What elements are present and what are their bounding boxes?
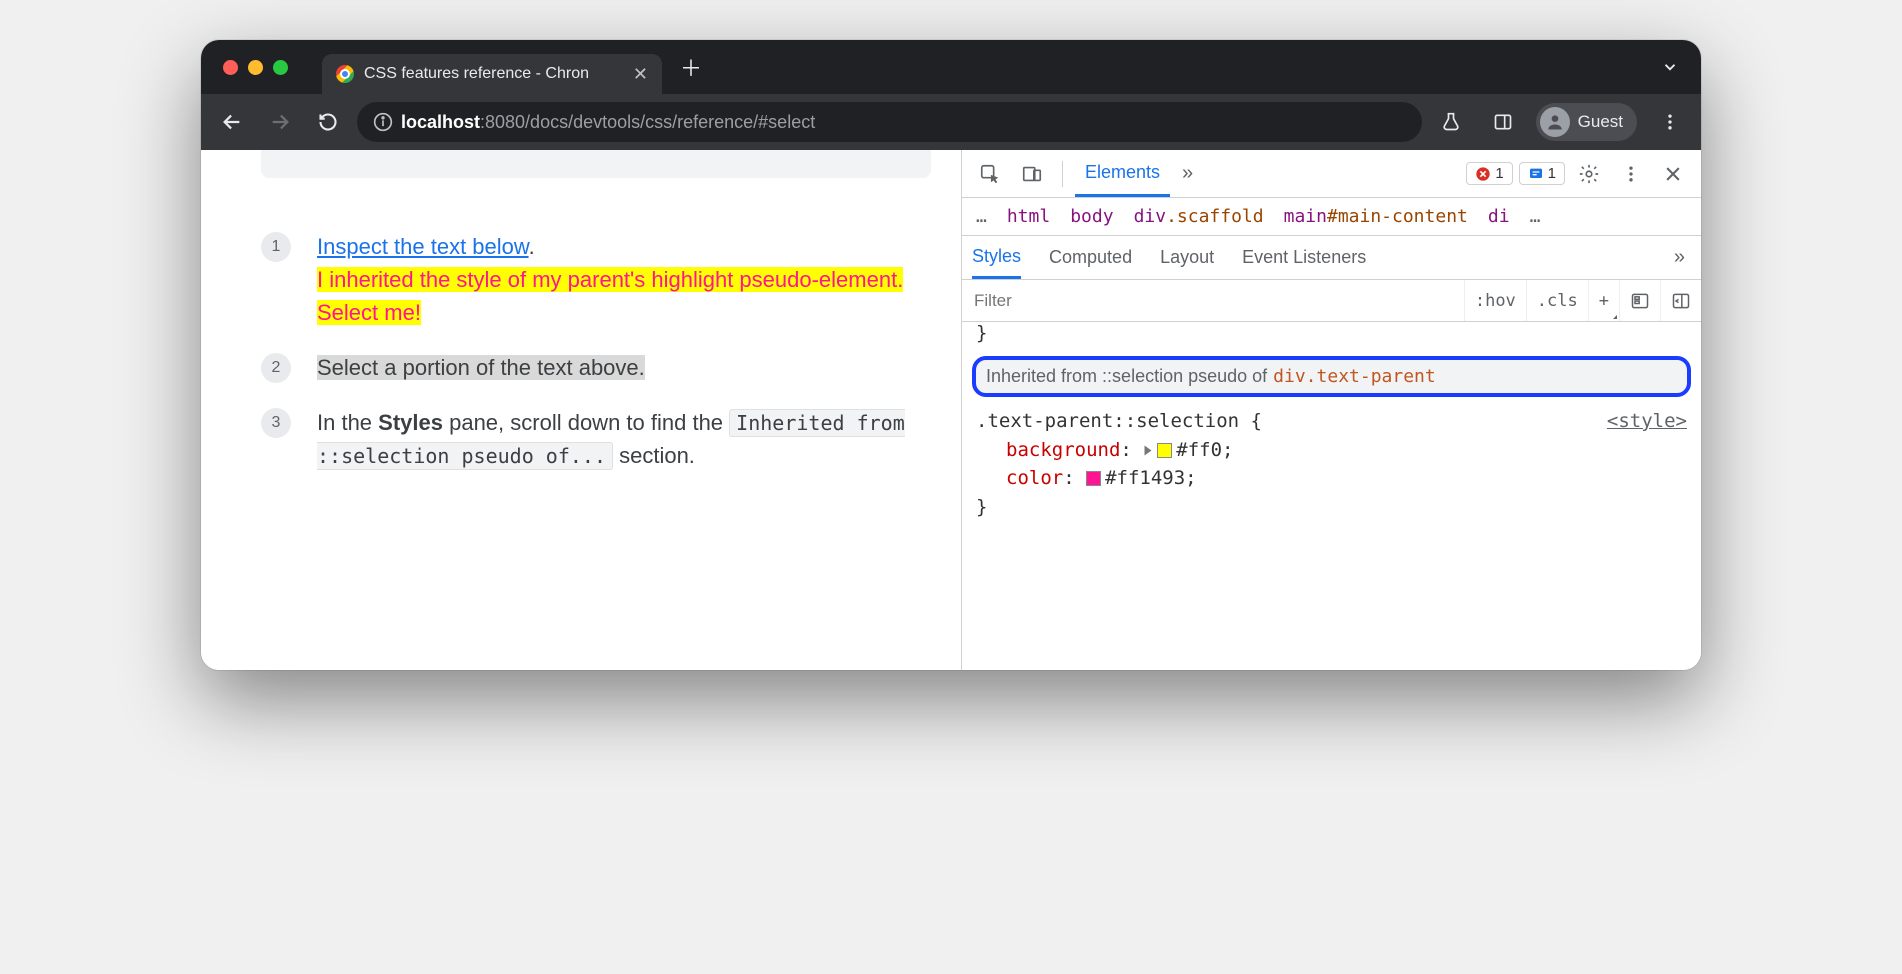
inspect-element-button[interactable]: [972, 156, 1008, 192]
highlight-sample-text[interactable]: I inherited the style of my parent's hig…: [317, 267, 903, 325]
css-rule: .text-parent::selection { <style> backgr…: [962, 403, 1701, 531]
device-toolbar-button[interactable]: [1014, 156, 1050, 192]
more-options-button[interactable]: [1613, 156, 1649, 192]
instruction-list: Inspect the text below. I inherited the …: [261, 230, 943, 472]
tab-strip: CSS features reference - Chron ✕ ＋: [201, 40, 1701, 94]
settings-button[interactable]: [1571, 156, 1607, 192]
rule-prop-background[interactable]: background: #ff0;: [976, 436, 1687, 465]
more-tabs-button[interactable]: »: [1176, 162, 1199, 185]
breadcrumb-ellipsis[interactable]: …: [976, 206, 987, 227]
rule-close-brace: }: [976, 493, 1687, 522]
browser-toolbar: localhost:8080/docs/devtools/css/referen…: [201, 94, 1701, 150]
breadcrumb-div-scaffold[interactable]: div.scaffold: [1134, 206, 1264, 227]
chrome-favicon-icon: [336, 65, 354, 83]
tab-search-button[interactable]: [1651, 58, 1689, 76]
url-host: localhost: [401, 112, 480, 132]
window-controls: [223, 60, 288, 75]
site-info-icon[interactable]: [373, 112, 393, 132]
inspect-link[interactable]: Inspect the text below: [317, 234, 529, 259]
color-swatch-bg[interactable]: [1157, 443, 1172, 458]
breadcrumb-main[interactable]: main#main-content: [1284, 206, 1468, 227]
profile-label: Guest: [1578, 112, 1623, 132]
close-tab-button[interactable]: ✕: [633, 64, 648, 85]
back-button[interactable]: [213, 103, 251, 141]
address-bar[interactable]: localhost:8080/docs/devtools/css/referen…: [357, 102, 1422, 142]
dom-breadcrumb[interactable]: … html body div.scaffold main#main-conte…: [962, 198, 1701, 236]
toolbar-actions: Guest: [1432, 103, 1689, 141]
toggle-sidebar-button[interactable]: [1660, 280, 1701, 321]
reload-button[interactable]: [309, 103, 347, 141]
step-1: Inspect the text below. I inherited the …: [261, 230, 943, 329]
tab-elements[interactable]: Elements: [1075, 150, 1170, 197]
styles-filter-bar: :hov .cls +: [962, 280, 1701, 322]
errors-badge[interactable]: 1: [1466, 162, 1512, 185]
rule-prop-color[interactable]: color: #ff1493;: [976, 464, 1687, 493]
rule-source-link[interactable]: <style>: [1607, 407, 1687, 436]
computed-styles-sidebar-button[interactable]: [1619, 280, 1660, 321]
devtools-panel: Elements » 1 1: [961, 150, 1701, 670]
forward-button[interactable]: [261, 103, 299, 141]
breadcrumb-body[interactable]: body: [1070, 206, 1113, 227]
browser-window: CSS features reference - Chron ✕ ＋ local…: [201, 40, 1701, 670]
devtools-top-bar: Elements » 1 1: [962, 150, 1701, 198]
content-split: Inspect the text below. I inherited the …: [201, 150, 1701, 670]
tab-title: CSS features reference - Chron: [364, 65, 589, 83]
step-3: In the Styles pane, scroll down to find …: [261, 406, 943, 472]
more-subtabs-button[interactable]: »: [1668, 246, 1691, 269]
inherited-section-header[interactable]: Inherited from ::selection pseudo of div…: [972, 356, 1691, 397]
styles-subtabs: Styles Computed Layout Event Listeners »: [962, 236, 1701, 280]
new-tab-button[interactable]: ＋: [670, 51, 712, 83]
rule-selector[interactable]: .text-parent::selection {: [976, 407, 1262, 436]
styles-filter-input[interactable]: [962, 280, 1464, 321]
page-content: Inspect the text below. I inherited the …: [201, 150, 961, 670]
hov-toggle[interactable]: :hov: [1464, 280, 1526, 321]
close-window-button[interactable]: [223, 60, 238, 75]
profile-button[interactable]: Guest: [1536, 103, 1637, 141]
new-rule-button[interactable]: +: [1588, 280, 1619, 321]
maximize-window-button[interactable]: [273, 60, 288, 75]
step-2-text: Select a portion of the text above.: [317, 355, 645, 380]
expand-shorthand-icon[interactable]: [1145, 445, 1152, 455]
close-devtools-button[interactable]: [1655, 156, 1691, 192]
labs-button[interactable]: [1432, 103, 1470, 141]
browser-tab[interactable]: CSS features reference - Chron ✕: [322, 54, 662, 94]
breadcrumb-html[interactable]: html: [1007, 206, 1050, 227]
inherited-selector-link[interactable]: div.text-parent: [1273, 366, 1436, 387]
menu-button[interactable]: [1651, 103, 1689, 141]
side-panel-button[interactable]: [1484, 103, 1522, 141]
color-swatch-fg[interactable]: [1086, 471, 1101, 486]
breadcrumb-ellipsis-right[interactable]: …: [1530, 206, 1541, 227]
url-path: :8080/docs/devtools/css/reference/#selec…: [480, 112, 815, 132]
minimize-window-button[interactable]: [248, 60, 263, 75]
subtab-event-listeners[interactable]: Event Listeners: [1242, 236, 1366, 279]
step-2: Select a portion of the text above.: [261, 351, 943, 384]
issues-badge[interactable]: 1: [1519, 162, 1565, 185]
avatar-icon: [1540, 107, 1570, 137]
subtab-styles[interactable]: Styles: [972, 236, 1021, 279]
breadcrumb-di[interactable]: di: [1488, 206, 1510, 227]
subtab-layout[interactable]: Layout: [1160, 236, 1214, 279]
cls-toggle[interactable]: .cls: [1526, 280, 1588, 321]
inherited-prefix: Inherited from ::selection pseudo of: [986, 366, 1267, 387]
subtab-computed[interactable]: Computed: [1049, 236, 1132, 279]
